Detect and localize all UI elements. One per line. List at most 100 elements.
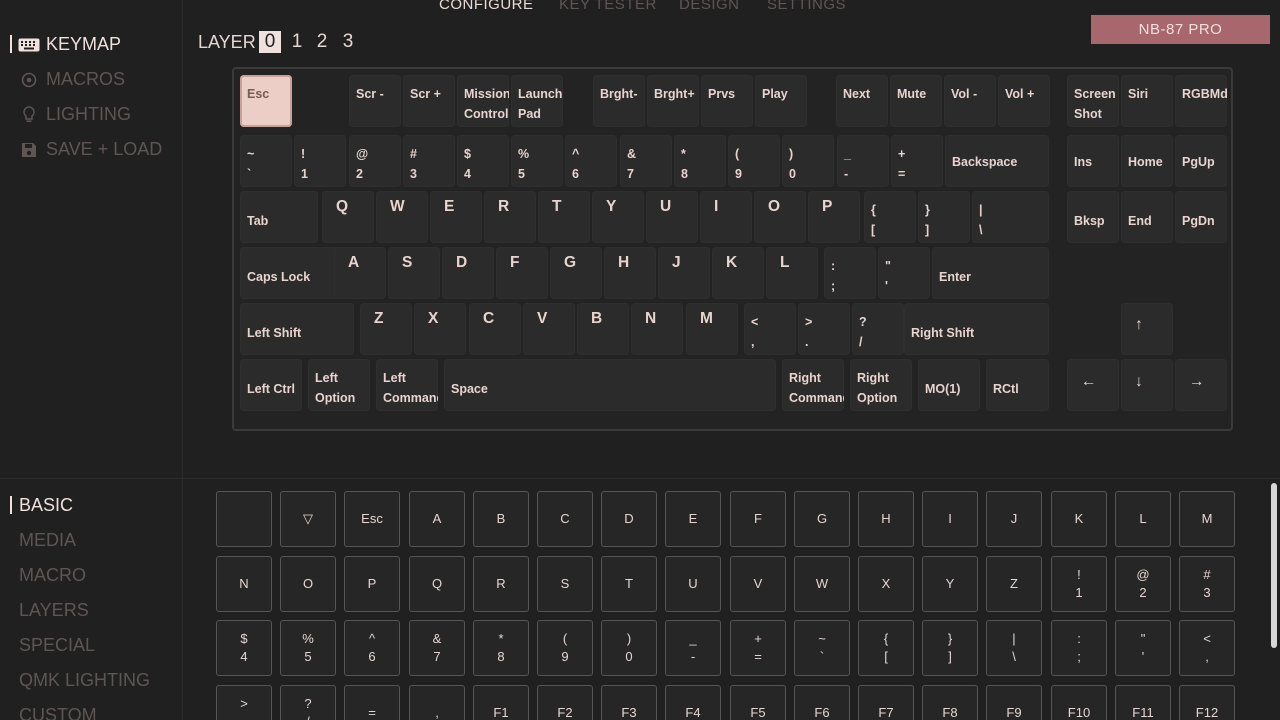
keycode-button[interactable]: S — [537, 556, 593, 612]
key[interactable]: RGBMd+ — [1175, 75, 1227, 127]
keycode-button[interactable]: { [ — [858, 620, 914, 676]
key[interactable]: ← — [1067, 359, 1119, 411]
key[interactable]: PgDn — [1175, 191, 1227, 243]
key[interactable]: Right Command — [782, 359, 844, 411]
key[interactable]: V — [523, 303, 575, 355]
key[interactable]: + = — [891, 135, 943, 187]
keycode-button[interactable]: W — [794, 556, 850, 612]
keycode-button[interactable]: M — [1179, 491, 1235, 547]
key[interactable]: Y — [592, 191, 644, 243]
keycode-button[interactable]: Esc — [344, 491, 400, 547]
key[interactable]: # 3 — [403, 135, 455, 187]
key[interactable]: ↑ — [1121, 303, 1173, 355]
keycode-button[interactable]: @ 2 — [1115, 556, 1171, 612]
key[interactable]: " ' — [878, 247, 930, 299]
key[interactable]: Mission Control — [457, 75, 509, 127]
key[interactable]: H — [604, 247, 656, 299]
category-macro[interactable]: MACRO — [19, 565, 86, 586]
key[interactable]: Siri — [1121, 75, 1173, 127]
key[interactable]: I — [700, 191, 752, 243]
keycode-button[interactable]: R — [473, 556, 529, 612]
keycode-button[interactable]: > . — [216, 685, 272, 720]
menu-item-macros[interactable]: MACROS — [18, 69, 125, 90]
keycode-button[interactable]: Q — [409, 556, 465, 612]
keycode-button[interactable]: V — [730, 556, 786, 612]
key[interactable]: Left Shift — [240, 303, 354, 355]
key[interactable]: Vol - — [944, 75, 996, 127]
keycode-button[interactable]: F6 — [794, 685, 850, 720]
key[interactable]: Next — [836, 75, 888, 127]
key[interactable]: < , — [744, 303, 796, 355]
keycode-button[interactable]: | \ — [986, 620, 1042, 676]
key[interactable]: % 5 — [511, 135, 563, 187]
keycode-button[interactable]: J — [986, 491, 1042, 547]
key[interactable]: P — [808, 191, 860, 243]
keycode-button[interactable]: P — [344, 556, 400, 612]
keycode-button[interactable]: F3 — [601, 685, 657, 720]
key[interactable]: R — [484, 191, 536, 243]
keycode-button[interactable]: F12 — [1179, 685, 1235, 720]
keycode-button[interactable]: ( 9 — [537, 620, 593, 676]
category-special[interactable]: SPECIAL — [19, 635, 95, 656]
key[interactable]: PgUp — [1175, 135, 1227, 187]
key[interactable]: Brght- — [593, 75, 645, 127]
key[interactable]: Screen Shot — [1067, 75, 1119, 127]
key[interactable]: Backspace — [945, 135, 1049, 187]
tab-configure[interactable]: CONFIGURE — [439, 0, 534, 13]
key[interactable]: Esc — [240, 75, 292, 127]
scrollbar-thumb[interactable] — [1271, 483, 1277, 648]
key[interactable]: O — [754, 191, 806, 243]
key[interactable]: T — [538, 191, 590, 243]
keycode-button[interactable]: & 7 — [409, 620, 465, 676]
key[interactable]: * 8 — [674, 135, 726, 187]
key[interactable]: Prvs — [701, 75, 753, 127]
key[interactable]: Right Shift — [904, 303, 1049, 355]
key[interactable]: L — [766, 247, 818, 299]
key[interactable]: C — [469, 303, 521, 355]
keycode-button[interactable]: + = — [730, 620, 786, 676]
keycode-button[interactable]: ~ ` — [794, 620, 850, 676]
keycode-button[interactable]: $ 4 — [216, 620, 272, 676]
keycode-button[interactable]: " ' — [1115, 620, 1171, 676]
keycode-button[interactable] — [216, 491, 272, 547]
keycode-button[interactable]: X — [858, 556, 914, 612]
keycode-button[interactable]: = — [344, 685, 400, 720]
category-qmk-lighting[interactable]: QMK LIGHTING — [19, 670, 150, 691]
key[interactable]: D — [442, 247, 494, 299]
keycode-button[interactable]: K — [1051, 491, 1107, 547]
key[interactable]: U — [646, 191, 698, 243]
keycode-button[interactable]: F11 — [1115, 685, 1171, 720]
key[interactable]: Left Ctrl — [240, 359, 302, 411]
key[interactable]: Enter — [932, 247, 1049, 299]
key[interactable]: Home — [1121, 135, 1173, 187]
key[interactable]: _ - — [837, 135, 889, 187]
category-basic[interactable]: BASIC — [19, 495, 73, 516]
key[interactable]: Mute — [890, 75, 942, 127]
tab-key-tester[interactable]: KEY TESTER — [559, 0, 657, 13]
keycode-button[interactable]: ▽ — [280, 491, 336, 547]
key[interactable]: → — [1175, 359, 1227, 411]
category-layers[interactable]: LAYERS — [19, 600, 89, 621]
key[interactable]: A — [334, 247, 386, 299]
menu-item-lighting[interactable]: LIGHTING — [18, 104, 131, 125]
key[interactable]: ↓ — [1121, 359, 1173, 411]
keycode-button[interactable]: # 3 — [1179, 556, 1235, 612]
keycode-button[interactable]: ) 0 — [601, 620, 657, 676]
key[interactable]: ! 1 — [294, 135, 346, 187]
key[interactable]: & 7 — [620, 135, 672, 187]
keycode-button[interactable]: < , — [1179, 620, 1235, 676]
key[interactable]: ) 0 — [782, 135, 834, 187]
keycode-button[interactable]: , — [409, 685, 465, 720]
keycode-button[interactable]: ^ 6 — [344, 620, 400, 676]
keycode-button[interactable]: G — [794, 491, 850, 547]
key[interactable]: Play — [755, 75, 807, 127]
key[interactable]: W — [376, 191, 428, 243]
key[interactable]: Scr + — [403, 75, 455, 127]
keycode-button[interactable]: F — [730, 491, 786, 547]
device-selector[interactable]: NB-87 PRO — [1091, 15, 1270, 44]
key[interactable]: Brght+ — [647, 75, 699, 127]
tab-design[interactable]: DESIGN — [679, 0, 740, 13]
keycode-button[interactable]: T — [601, 556, 657, 612]
keycode-button[interactable]: % 5 — [280, 620, 336, 676]
key[interactable]: Scr - — [349, 75, 401, 127]
